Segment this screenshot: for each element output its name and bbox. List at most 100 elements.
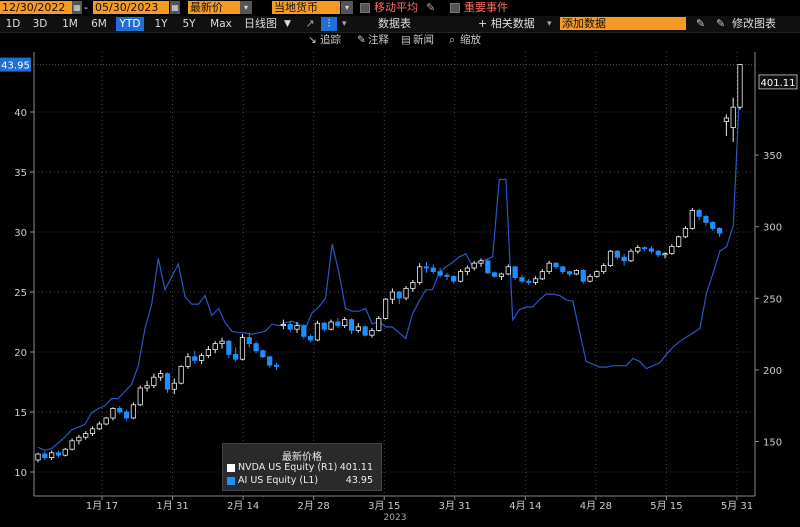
candle [158,370,164,381]
moving-average-checkbox[interactable] [360,3,370,13]
candle [546,260,552,274]
chevron-down-icon[interactable]: ▼ [284,17,291,31]
track-icon[interactable]: ↘ [308,34,317,47]
candle-body [519,277,525,282]
end-date-field[interactable]: 05/30/2023 [93,1,169,14]
right-last-value: 401.11 [761,78,796,89]
chevron-down-icon[interactable]: ▾ [547,17,552,31]
tool-track[interactable]: 追踪 [320,34,341,47]
candle-body [314,322,321,341]
pencil-icon[interactable]: ✎ [696,17,705,31]
candle-body [342,319,348,327]
events-label: 重要事件 [464,1,508,14]
candle [260,349,266,358]
candle [635,245,641,254]
period-ytd[interactable]: YTD [116,17,144,31]
news-icon[interactable]: ▤ [401,34,411,47]
chevron-down-icon[interactable]: ▾ [341,1,353,14]
candle-body [669,245,675,254]
candle [178,365,184,385]
candle-body [689,209,695,229]
candle-body [676,236,682,247]
candle-chart-icon[interactable]: ⫶ [321,17,337,31]
legend-value-ai: 43.95 [345,475,373,486]
legend-name-nvda: NVDA US Equity (R1) [238,462,338,473]
period-1m[interactable]: 1M [60,17,80,31]
x-tick-label: 5月 15 [650,500,682,512]
candle [403,286,409,301]
edit-chart-button[interactable]: 修改图表 [732,17,776,31]
candle-body [369,329,375,336]
calendar-icon[interactable]: ▦ [170,1,180,14]
candle-body [553,262,559,268]
x-year-label: 2023 [384,513,407,523]
candle-body [246,337,252,345]
candle-body [335,321,341,326]
add-data-input[interactable]: 添加数据 [560,17,686,30]
candle-body [328,321,334,330]
candle-body [382,298,389,319]
candle-body [423,266,430,269]
tool-annotate[interactable]: 注释 [368,34,389,47]
pencil-icon[interactable]: ✎ [426,1,435,14]
chevron-down-icon[interactable]: ▾ [342,17,347,31]
candle [512,265,518,280]
zoom-icon[interactable]: ⌕ [449,34,455,47]
candle-body [76,436,82,442]
period-1y[interactable]: 1Y [151,17,171,31]
pencil-icon[interactable]: ✎ [716,17,725,31]
candle-body [253,343,259,352]
tool-zoom[interactable]: 缩放 [460,34,481,47]
candle-body [192,356,198,361]
period-1d[interactable]: 1D [4,17,22,31]
candle [89,426,96,436]
period-6m[interactable]: 6M [88,17,110,31]
candle-body [696,209,702,217]
price-chart[interactable]: 10 15 20 25 30 35 40 150 200 250 300 350 1月 17 1月 31 2… [0,48,800,527]
price-field-select[interactable]: 最新价 [188,1,240,14]
candle [539,269,545,280]
currency-select[interactable]: 当地货币 [272,1,340,14]
candle [226,340,232,358]
annotate-icon[interactable]: ✎ [357,34,366,47]
calendar-icon[interactable]: ▦ [72,1,82,14]
legend-item-nvda: NVDA US Equity (R1) 401.11 [227,462,377,474]
x-tick-label: 1月 17 [86,500,118,512]
x-tick-label: 1月 31 [156,500,188,512]
left-tick-label: 35 [14,168,27,179]
line-chart-icon[interactable]: ↗ [300,17,320,31]
candle-body [198,355,205,361]
candle [437,268,443,278]
candle [239,334,246,361]
candle [451,275,457,284]
moving-average-label: 移动平均 [374,1,418,14]
data-table-button[interactable]: 数据表 [378,17,411,31]
candle-body [587,275,593,282]
candle [69,438,75,451]
candle-body [573,269,580,275]
candle-body [703,215,709,223]
start-date-field[interactable]: 12/30/2022 [0,1,72,14]
events-checkbox[interactable] [450,3,460,13]
candle [164,372,171,393]
candle-body [308,335,314,341]
candle [628,248,634,262]
chart-type-select[interactable]: 日线图 [244,17,277,31]
candle-body [403,287,409,299]
tool-news[interactable]: 新闻 [413,34,434,47]
right-tick-label: 300 [763,223,782,234]
candle [335,318,341,328]
candle-body [49,452,55,458]
candle-body [219,340,225,345]
period-5y[interactable]: 5Y [179,17,199,31]
axis-labels: 10 15 20 25 30 35 40 150 200 250 300 350 1月 17 1月 31 2… [0,57,798,523]
candle [382,298,389,320]
chevron-down-icon[interactable]: ▾ [240,1,252,14]
period-max[interactable]: Max [208,17,234,31]
period-3d[interactable]: 3D [31,17,49,31]
candle-body [410,281,416,289]
related-data-button[interactable]: + 相关数据 [478,17,535,31]
legend-name-ai: AI US Equity (L1) [238,475,319,486]
candle-body [239,337,246,360]
candle [328,319,334,331]
